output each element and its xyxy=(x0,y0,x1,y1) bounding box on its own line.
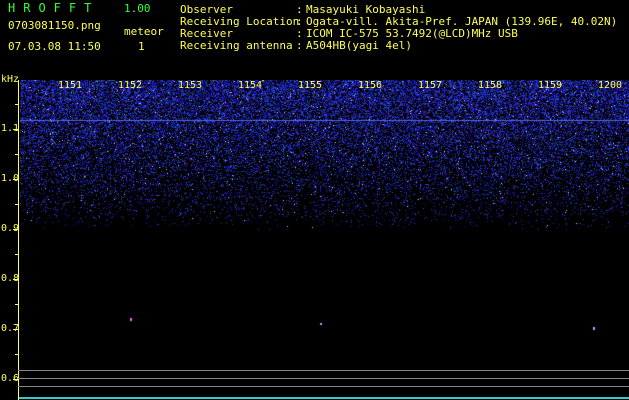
minor-tick xyxy=(15,304,18,305)
tick-mark xyxy=(13,229,18,230)
reference-line xyxy=(18,370,629,371)
app-title: HROFFT xyxy=(8,1,100,15)
time-label-1159: 1159 xyxy=(538,80,563,91)
minor-tick xyxy=(15,154,18,155)
waterfall-canvas xyxy=(20,80,629,370)
file-name: 0703081150.png xyxy=(8,19,101,32)
time-label-1153: 1153 xyxy=(178,80,203,91)
date-time: 07.03.08 11:50 xyxy=(8,40,101,53)
frequency-unit-label: kHz xyxy=(1,74,20,85)
antenna-label: Receiving antenna xyxy=(180,39,293,52)
minor-tick xyxy=(15,204,18,205)
app-version: 1.00 xyxy=(124,2,151,15)
meteor-count: 1 xyxy=(138,40,145,53)
time-label-1158: 1158 xyxy=(478,80,503,91)
hrofft-window: HROFFT 1.00 0703081150.png meteor 07.03.… xyxy=(0,0,629,400)
time-label-1157: 1157 xyxy=(418,80,443,91)
tick-mark xyxy=(13,179,18,180)
time-label-1151: 1151 xyxy=(58,80,83,91)
time-label-1200: 1200 xyxy=(598,80,623,91)
tick-mark xyxy=(13,329,18,330)
time-label-1155: 1155 xyxy=(298,80,323,91)
meteor-label: meteor xyxy=(124,25,164,38)
minor-tick xyxy=(15,104,18,105)
tick-mark xyxy=(13,129,18,130)
time-label-1156: 1156 xyxy=(358,80,383,91)
time-label-1154: 1154 xyxy=(238,80,263,91)
antenna-colon: : xyxy=(296,39,303,52)
minor-tick xyxy=(15,254,18,255)
antenna-value: A504HB(yagi 4el) xyxy=(306,39,412,52)
reference-line xyxy=(18,378,629,379)
minor-tick xyxy=(15,354,18,355)
tick-mark xyxy=(13,379,18,380)
signal-level-line xyxy=(19,397,629,399)
tick-mark xyxy=(13,279,18,280)
time-label-1152: 1152 xyxy=(118,80,143,91)
spectrogram xyxy=(20,80,629,400)
reference-line xyxy=(18,386,629,387)
